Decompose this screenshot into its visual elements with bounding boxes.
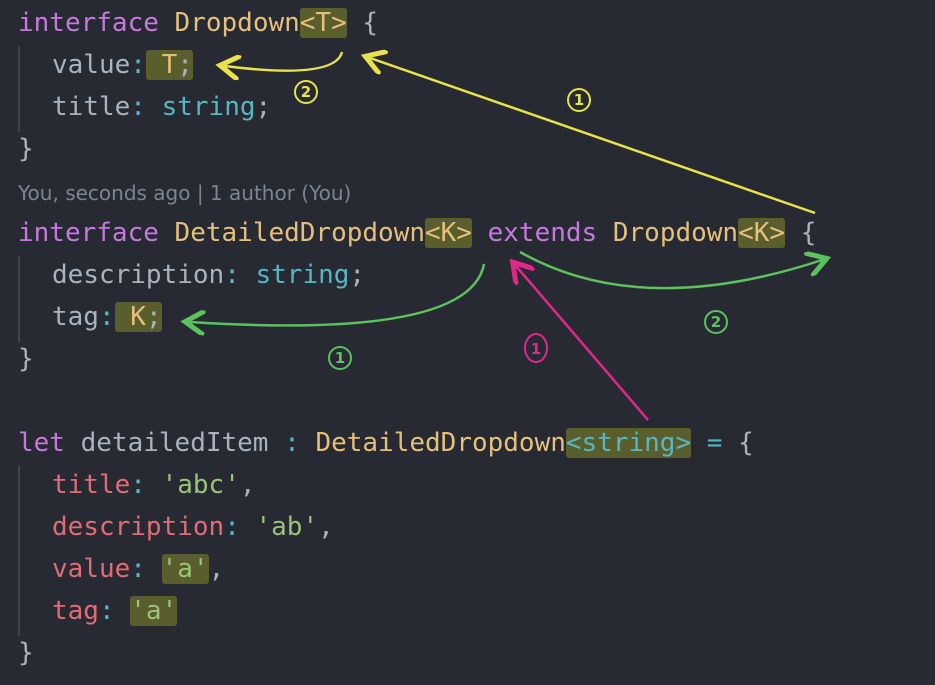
colon: : bbox=[130, 50, 146, 80]
semicolon: ; bbox=[145, 302, 162, 332]
circle-number-green-2: 2 bbox=[704, 310, 728, 334]
indent-guide bbox=[18, 256, 20, 342]
svg-text:1: 1 bbox=[335, 349, 345, 367]
colon: : bbox=[130, 554, 146, 584]
code-line-13[interactable]: value: 'a', bbox=[52, 548, 224, 590]
interface-name: Dropdown bbox=[174, 8, 300, 38]
colon: : bbox=[224, 512, 240, 542]
type-ref: DetailedDropdown bbox=[315, 428, 566, 458]
generic-param: <K> bbox=[425, 218, 472, 248]
keyword: interface bbox=[18, 8, 159, 38]
arrow-pink-1 bbox=[516, 266, 649, 421]
string-value: 'a' bbox=[161, 554, 209, 584]
keyword: interface bbox=[18, 218, 159, 248]
code-line-8[interactable]: } bbox=[18, 338, 34, 380]
property: description bbox=[52, 512, 225, 542]
type-ref: K bbox=[130, 302, 146, 332]
circle-number-yellow-1: 1 bbox=[567, 88, 591, 112]
code-line-12[interactable]: description: 'ab', bbox=[52, 506, 334, 548]
code-line-5[interactable]: interface DetailedDropdown<K> extends Dr… bbox=[18, 212, 816, 254]
property: value bbox=[52, 554, 131, 584]
code-line-3[interactable]: title: string; bbox=[52, 86, 271, 128]
svg-text:1: 1 bbox=[531, 340, 541, 358]
equals: = bbox=[706, 428, 723, 458]
colon: : bbox=[224, 260, 240, 290]
svg-text:1: 1 bbox=[574, 91, 584, 109]
code-line-2[interactable]: value: T; bbox=[52, 44, 193, 86]
property: description bbox=[52, 260, 225, 290]
code-line-14[interactable]: tag: 'a' bbox=[52, 590, 178, 632]
code-line-10[interactable]: let detailedItem : DetailedDropdown<stri… bbox=[18, 422, 754, 464]
property: tag bbox=[52, 596, 99, 626]
brace: } bbox=[18, 638, 34, 668]
string-value: 'abc' bbox=[161, 470, 240, 500]
brace: { bbox=[362, 8, 379, 38]
code-line-1[interactable]: interface Dropdown<T> { bbox=[18, 2, 378, 44]
circle-number-pink-1: 1 bbox=[524, 333, 548, 363]
property: tag bbox=[52, 302, 99, 332]
keyword-extends: extends bbox=[487, 218, 598, 248]
parent-interface: Dropdown bbox=[612, 218, 739, 248]
type-ref: T bbox=[161, 50, 178, 80]
code-editor[interactable]: interface Dropdown<T> { value: T; title:… bbox=[0, 0, 935, 685]
semicolon: ; bbox=[255, 92, 272, 122]
brace: { bbox=[800, 218, 817, 248]
comma: , bbox=[239, 470, 256, 500]
colon: : bbox=[130, 92, 146, 122]
property: value bbox=[52, 50, 131, 80]
git-blame-annotation[interactable]: You, seconds ago | 1 author (You) bbox=[18, 178, 351, 208]
property: title bbox=[52, 92, 131, 122]
arrow-yellow-2 bbox=[225, 51, 344, 71]
semicolon: ; bbox=[349, 260, 366, 290]
variable-name: detailedItem bbox=[80, 428, 269, 458]
semicolon: ; bbox=[177, 50, 193, 80]
circle-number-yellow-2: 2 bbox=[294, 80, 318, 104]
svg-text:2: 2 bbox=[301, 83, 311, 101]
brace: { bbox=[738, 428, 754, 458]
colon: : bbox=[284, 428, 300, 458]
colon: : bbox=[98, 596, 115, 626]
indent-guide bbox=[18, 466, 20, 636]
generic-arg: <K> bbox=[738, 218, 786, 248]
brace: } bbox=[18, 134, 34, 164]
generic-arg: <string> bbox=[565, 428, 692, 458]
property: title bbox=[52, 470, 131, 500]
brace: } bbox=[18, 344, 34, 374]
code-line-15[interactable]: } bbox=[18, 632, 34, 674]
interface-name: DetailedDropdown bbox=[174, 218, 425, 248]
code-line-7[interactable]: tag: K; bbox=[52, 296, 162, 338]
string-value: 'a' bbox=[130, 596, 178, 626]
code-line-4[interactable]: } bbox=[18, 128, 34, 170]
colon: : bbox=[130, 470, 146, 500]
comma: , bbox=[318, 512, 334, 542]
arrow-yellow-1 bbox=[370, 58, 816, 215]
colon: : bbox=[98, 302, 115, 332]
generic-param: <T> bbox=[299, 8, 347, 38]
code-line-6[interactable]: description: string; bbox=[52, 254, 365, 296]
comma: , bbox=[208, 554, 225, 584]
circle-number-green-1: 1 bbox=[328, 346, 352, 370]
svg-text:2: 2 bbox=[711, 313, 721, 331]
type-ref: string bbox=[161, 92, 256, 122]
string-value: 'ab' bbox=[255, 512, 319, 542]
indent-guide bbox=[18, 46, 20, 132]
type-ref: string bbox=[255, 260, 350, 290]
keyword: let bbox=[18, 428, 65, 458]
code-line-11[interactable]: title: 'abc', bbox=[52, 464, 256, 506]
arrow-green-2 bbox=[519, 252, 822, 290]
